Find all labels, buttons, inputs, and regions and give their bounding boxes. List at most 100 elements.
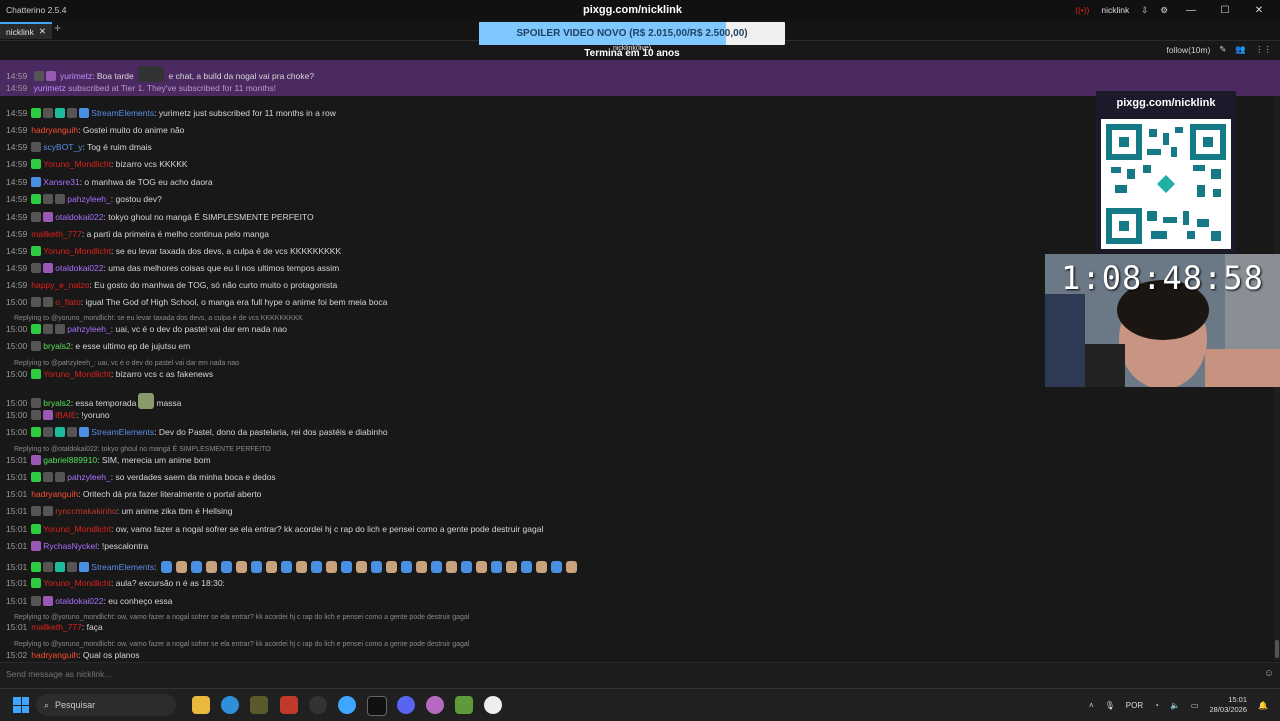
volume-icon[interactable]: 🔈 xyxy=(1170,701,1180,710)
microphone-icon[interactable]: 🎙 xyxy=(1105,701,1115,710)
username[interactable]: Yoruno_Mondlicht xyxy=(43,578,111,588)
username[interactable]: gabriel889910 xyxy=(43,455,97,465)
chat-message[interactable]: 15:01 mallketh_777: faça xyxy=(6,622,103,632)
chat-message[interactable]: 14:59 otaldokai022: tokyo ghoul no mangá … xyxy=(6,212,314,222)
chat-message[interactable]: 14:59 otaldokai022: uma das melhores cois… xyxy=(6,263,339,273)
username[interactable]: o_flato xyxy=(55,297,81,307)
chat-message[interactable]: 14:59 happy_e_natzo: Eu gosto do manhwa d… xyxy=(6,280,337,290)
windows-start-icon[interactable] xyxy=(13,697,29,713)
close-icon[interactable]: ✕ xyxy=(39,26,46,37)
reply-text[interactable]: Replying to @yoruno_mondlicht: ow, vamo … xyxy=(14,614,469,621)
username[interactable]: rynccmakakinho xyxy=(55,506,116,516)
language-indicator[interactable]: POR xyxy=(1126,701,1143,710)
download-icon[interactable]: ⇩ xyxy=(1141,5,1148,16)
chat-message[interactable]: 15:01 RychasNyckel: !pescalontra xyxy=(6,541,148,551)
chat-message[interactable]: 14:59 Xansre31: o manhwa de TOG eu acho d… xyxy=(6,177,213,187)
capcut-icon[interactable] xyxy=(367,696,387,716)
minecraft-launcher-icon[interactable] xyxy=(250,696,268,714)
chat-message[interactable]: 15:00 bryals2: essa temporada massa xyxy=(6,393,181,409)
chat-message[interactable]: 15:01 Yoruno_Mondlicht: ow, vamo fazer a … xyxy=(6,524,543,534)
chat-message[interactable]: 14:59 Yoruno_Mondlicht: se eu levar taxad… xyxy=(6,246,341,256)
username[interactable]: Yoruno_Mondlicht xyxy=(43,369,111,379)
menu-icon[interactable]: ⋮⋮ xyxy=(1255,44,1272,55)
reply-context[interactable]: Replying to @yoruno_mondlicht: se eu lev… xyxy=(6,312,303,322)
media-app-icon[interactable] xyxy=(280,696,298,714)
game-app-icon[interactable] xyxy=(426,696,444,714)
minecraft-icon[interactable] xyxy=(455,696,473,714)
chat-message[interactable]: 15:00 pahzyleeh_: uai, vc é o dev do past… xyxy=(6,324,287,334)
chat-message[interactable]: 15:00 StreamElements: Dev do Pastel, dono… xyxy=(6,427,388,437)
username[interactable]: hadryanguih xyxy=(31,125,78,135)
username[interactable]: bryals2 xyxy=(43,341,70,351)
username[interactable]: bryals2 xyxy=(43,398,70,408)
username[interactable]: iBAIE xyxy=(55,410,76,420)
notification-icon[interactable]: 🔔 xyxy=(1258,701,1268,710)
obs-icon[interactable] xyxy=(309,696,327,714)
chat-message[interactable]: 15:00 bryals2: e esse ultimo ep de jujuts… xyxy=(6,341,190,351)
username[interactable]: otaldokai022 xyxy=(55,263,103,273)
chat-message[interactable]: 14:59 scyBOT_y: Tog é ruim dmais xyxy=(6,142,152,152)
username[interactable]: RychasNyckel xyxy=(43,541,97,551)
chat-message[interactable]: 14:59 StreamElements: yurimetz just subsc… xyxy=(6,108,336,118)
chat-message[interactable]: 15:01 Yoruno_Mondlicht: aula? excursão n … xyxy=(6,578,225,588)
chat-message[interactable]: 15:00 iBAIE: !yoruno xyxy=(6,410,110,420)
username[interactable]: Yoruno_Mondlicht xyxy=(43,159,111,169)
username[interactable]: mallketh_777 xyxy=(31,622,82,632)
reply-context[interactable]: Replying to @otaldokai022: tokyo ghoul n… xyxy=(6,443,271,453)
username[interactable]: happy_e_natzo xyxy=(31,280,89,290)
reply-context[interactable]: Replying to @yoruno_mondlicht: ow, vamo … xyxy=(6,638,469,648)
chat-message[interactable]: 15:02 hadryanguih: Qual os planos xyxy=(6,650,140,660)
reply-context[interactable]: Replying to @pahzyleeh_: uai, vc é o dev… xyxy=(6,357,239,367)
username[interactable]: hadryanguih xyxy=(31,489,78,499)
chat-message[interactable]: 15:01 pahzyleeh_: so verdades saem da min… xyxy=(6,472,276,482)
clock[interactable]: 15:01 28/03/2026 xyxy=(1209,695,1247,715)
username[interactable]: mallketh_777 xyxy=(31,229,82,239)
username[interactable]: Xansre31 xyxy=(43,177,79,187)
username[interactable]: Yoruno_Mondlicht xyxy=(43,524,111,534)
username[interactable]: Yoruno_Mondlicht xyxy=(43,246,111,256)
username[interactable]: StreamElements xyxy=(91,108,154,118)
chat-message[interactable]: 15:01 rynccmakakinho: um anime zika tbm é… xyxy=(6,506,232,516)
chevron-up-icon[interactable]: ˄ xyxy=(1089,701,1094,710)
edit-icon[interactable]: ✎ xyxy=(1219,44,1226,55)
reply-context[interactable]: Replying to @yoruno_mondlicht: ow, vamo … xyxy=(6,611,469,621)
add-tab-button[interactable]: + xyxy=(54,21,61,35)
taskbar-search[interactable]: ⌕ Pesquisar xyxy=(36,694,176,716)
edge-browser-icon[interactable] xyxy=(221,696,239,714)
chatterino-icon[interactable] xyxy=(338,696,356,714)
username[interactable]: yurimetz xyxy=(60,71,92,81)
reply-text[interactable]: Replying to @otaldokai022: tokyo ghoul n… xyxy=(14,446,271,453)
username[interactable]: pahzyleeh_ xyxy=(67,194,110,204)
wifi-icon[interactable]: ◔ xyxy=(1154,701,1159,710)
chat-message[interactable]: 15:00 o_flato: igual The God of High Scho… xyxy=(6,297,387,307)
maximize-button[interactable]: ☐ xyxy=(1214,5,1236,16)
username[interactable]: yurimetz xyxy=(34,83,66,93)
username[interactable]: StreamElements xyxy=(91,427,154,437)
scrollbar-thumb[interactable] xyxy=(1275,640,1279,658)
chat-message[interactable]: 15:00 Yoruno_Mondlicht: bizarro vcs c as … xyxy=(6,369,213,379)
username[interactable]: otaldokai022 xyxy=(55,596,103,606)
chat-message[interactable]: 14:59 pahzyleeh_: gostou dev? xyxy=(6,194,162,204)
minimize-button[interactable]: — xyxy=(1180,5,1202,16)
close-button[interactable]: ✕ xyxy=(1248,5,1270,16)
reply-text[interactable]: Replying to @yoruno_mondlicht: ow, vamo … xyxy=(14,641,469,648)
live-icon[interactable]: ((•)) xyxy=(1075,5,1089,15)
username[interactable]: StreamElements xyxy=(91,562,154,572)
emoji-icon[interactable]: ☺ xyxy=(1264,668,1274,679)
gear-icon[interactable]: ⚙ xyxy=(1160,5,1168,16)
username[interactable]: otaldokai022 xyxy=(55,212,103,222)
discord-icon[interactable] xyxy=(397,696,415,714)
users-icon[interactable]: 👥 xyxy=(1235,44,1246,55)
chat-message[interactable]: 14:59 hadryanguih: Gostei muito do anime … xyxy=(6,125,184,135)
account-name[interactable]: nicklink xyxy=(1101,5,1129,15)
username[interactable]: hadryanguih xyxy=(31,650,78,660)
app-g-icon[interactable] xyxy=(484,696,502,714)
chat-message[interactable]: 15:01 gabriel889910: SIM, merecia um anim… xyxy=(6,455,211,465)
chat-message[interactable]: 15:01 otaldokai022: eu conheço essa xyxy=(6,596,173,606)
chat-mode-label[interactable]: follow(10m) xyxy=(1166,45,1210,55)
chat-message[interactable]: 14:59 mallketh_777: a parti da primeira é… xyxy=(6,229,269,239)
chat-message[interactable]: 15:01 hadryanguih: Oritech dá pra fazer l… xyxy=(6,489,261,499)
chat-message[interactable]: 14:59 Yoruno_Mondlicht: bizarro vcs KKKKK xyxy=(6,159,188,169)
message-input[interactable] xyxy=(6,669,1206,679)
reply-text[interactable]: Replying to @pahzyleeh_: uai, vc é o dev… xyxy=(14,360,239,367)
